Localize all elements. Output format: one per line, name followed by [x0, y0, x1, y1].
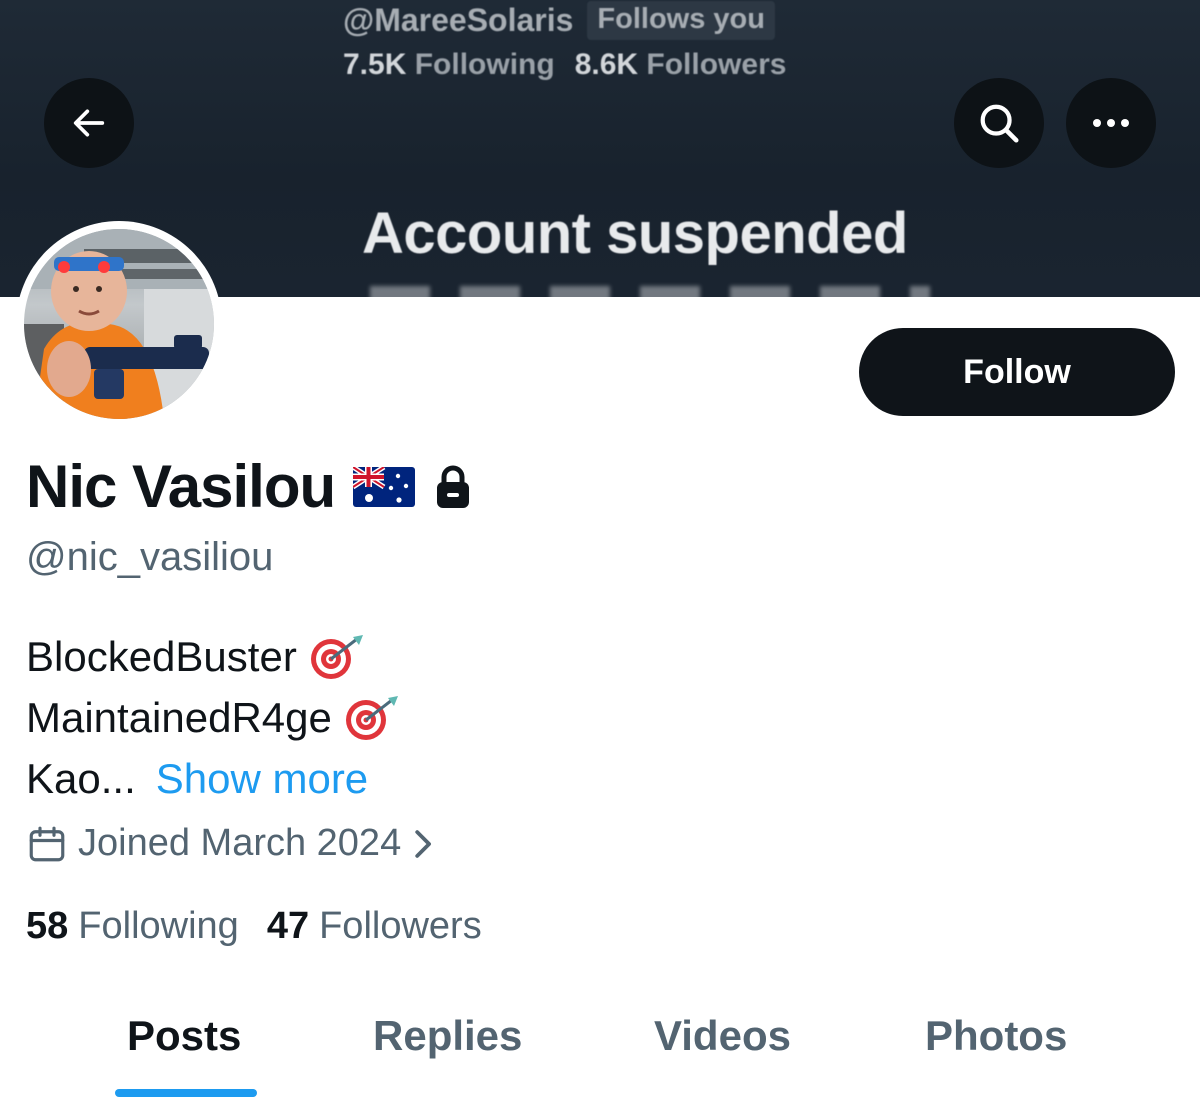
profile-bio: BlockedBuster MaintainedR4ge Kao... Show… — [26, 626, 400, 809]
account-suspended-title: Account suspended — [362, 201, 908, 266]
banner-stats: 7.5K Following 8.6K Followers — [343, 48, 786, 82]
back-button[interactable] — [44, 78, 134, 168]
bio-line-text: Kao... — [26, 755, 136, 802]
show-more-link[interactable]: Show more — [156, 748, 368, 809]
avatar-image — [24, 229, 214, 419]
display-name: Nic Vasilou — [26, 453, 336, 520]
follow-counts: 58 Following 47 Followers — [26, 905, 482, 948]
more-options-button[interactable] — [1066, 78, 1156, 168]
tab-posts[interactable]: Posts — [127, 1012, 241, 1060]
profile-tabs: Posts Replies Videos Photos — [0, 1000, 1200, 1097]
banner-followers-count: 8.6K — [574, 48, 639, 81]
avatar-photo-icon — [24, 229, 214, 419]
banner-handle-row: @MareeSolaris Follows you — [343, 0, 775, 40]
calendar-icon — [29, 826, 65, 861]
name-row: Nic Vasilou — [26, 452, 473, 521]
banner-following-count: 7.5K — [343, 48, 407, 81]
bio-line: BlockedBuster — [26, 626, 400, 687]
search-icon — [980, 104, 1019, 143]
follows-you-badge: Follows you — [587, 0, 775, 40]
bio-line: MaintainedR4ge — [26, 687, 400, 748]
tab-replies[interactable]: Replies — [373, 1012, 522, 1060]
lock-icon — [437, 465, 470, 508]
following-label: Following — [78, 905, 239, 947]
avatar[interactable] — [16, 221, 222, 427]
banner-followers-label: Followers — [646, 48, 787, 81]
tab-videos[interactable]: Videos — [654, 1012, 791, 1060]
bullseye-dart-icon — [310, 634, 363, 679]
tab-photos[interactable]: Photos — [925, 1012, 1067, 1060]
arrow-left-icon — [73, 109, 105, 137]
bio-line: Kao... Show more — [26, 748, 400, 809]
followers-label: Followers — [319, 905, 482, 947]
active-tab-indicator — [115, 1089, 257, 1097]
follow-button[interactable]: Follow — [859, 328, 1175, 416]
chevron-right-icon — [415, 829, 432, 858]
bio-line-text: BlockedBuster — [26, 633, 297, 680]
joined-date[interactable]: Joined March 2024 — [26, 822, 437, 865]
followers-link[interactable]: 47 Followers — [267, 905, 482, 948]
search-button[interactable] — [954, 78, 1044, 168]
banner-cropped-text — [370, 286, 930, 297]
bullseye-dart-icon — [345, 695, 398, 740]
followers-count: 47 — [266, 905, 310, 947]
bio-line-text: MaintainedR4ge — [26, 694, 332, 741]
more-dots-icon — [1093, 119, 1129, 127]
australia-flag-icon — [353, 466, 416, 507]
following-count: 58 — [26, 905, 69, 947]
profile-handle: @nic_vasiliou — [26, 535, 274, 579]
banner-following-label: Following — [414, 48, 555, 81]
banner-handle: @MareeSolaris — [343, 1, 574, 38]
joined-text: Joined March 2024 — [78, 822, 402, 864]
following-link[interactable]: 58 Following — [26, 905, 239, 948]
profile-page: @MareeSolaris Follows you 7.5K Following… — [0, 0, 1200, 1097]
